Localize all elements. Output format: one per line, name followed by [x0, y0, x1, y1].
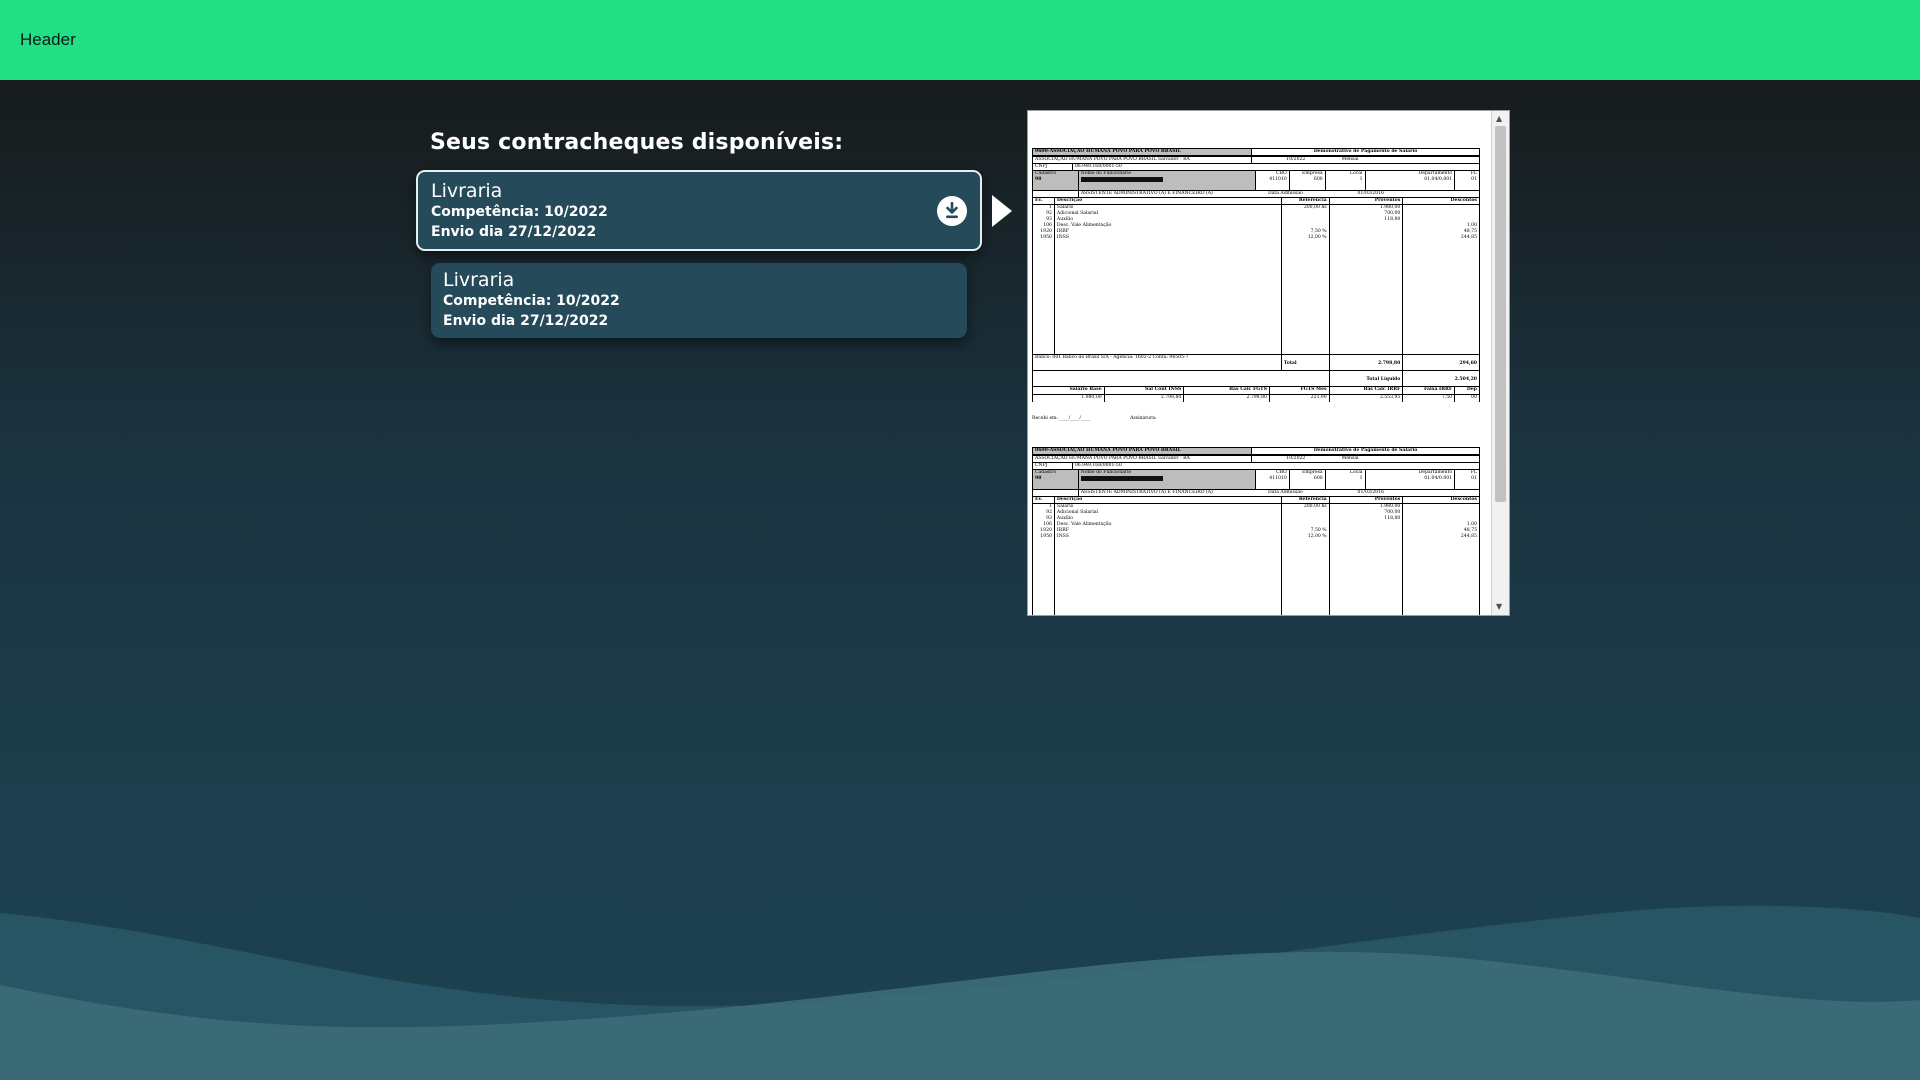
doc-title: Demonstrativo de Pagamento de Salário	[1252, 447, 1480, 455]
doc-cnpj: 06.949.168/0001-50	[1074, 463, 1122, 468]
doc-admissao: 01/03/2016	[1357, 490, 1385, 495]
pdf-page: 0600-ASSOCIAÇÃO HUMANA POVO PARA POVO BR…	[1028, 111, 1492, 615]
doc-footer-label: Bas Cálc IRRF	[1330, 387, 1404, 394]
doc-item-prov: 118,80	[1384, 516, 1401, 521]
doc-col-ref: Referência	[1282, 497, 1330, 503]
doc-footer-label: Bas Cálc FGTS	[1184, 387, 1270, 394]
doc-item-ref: 12,00 %	[1307, 235, 1327, 240]
payslip-envio: Envio dia 27/12/2022	[431, 224, 597, 240]
doc-footer-label: Faixa IRRF	[1403, 387, 1456, 394]
doc-col-descontos: Descontos	[1450, 198, 1477, 203]
doc-bank-line: Banco: 001 Banco do Brasil S/A - Agência…	[1033, 355, 1282, 370]
doc-total-desc: 294,60	[1459, 361, 1477, 366]
doc-footer-value: 2.798,80	[1184, 395, 1270, 402]
doc-col-ev: Ev.	[1033, 198, 1055, 204]
doc-footer-value: 2.798,80	[1105, 395, 1185, 402]
doc-local: 1	[1359, 476, 1363, 481]
doc-local: 1	[1359, 177, 1363, 182]
payslip-competencia: Competência: 10/2022	[431, 204, 608, 220]
redacted-name	[1080, 476, 1163, 481]
doc-footer-value: 2.553,95	[1330, 395, 1404, 402]
header-title: Header	[20, 30, 76, 49]
download-button[interactable]	[937, 196, 967, 226]
doc-footer-value: 223,90	[1270, 395, 1330, 402]
redacted-name	[1080, 177, 1163, 182]
doc-admissao-label: Data Admissão	[1267, 191, 1303, 196]
doc-footer-label: Sal Cont INSS	[1105, 387, 1185, 394]
scroll-up-icon[interactable]: ▲	[1496, 114, 1502, 124]
doc-item-desc: INSS	[1056, 235, 1069, 240]
doc-item-ev: 1950	[1040, 534, 1052, 539]
payslip-document-1: 0600-ASSOCIAÇÃO HUMANA POVO PARA POVO BR…	[1032, 148, 1480, 422]
doc-period: 10/2022	[1286, 157, 1306, 162]
payslip-envio: Envio dia 27/12/2022	[443, 313, 609, 329]
doc-footer-value: 7,50	[1403, 395, 1456, 402]
doc-cbo: 411010	[1269, 476, 1287, 481]
doc-employer-bar: 0600-ASSOCIAÇÃO HUMANA POVO PARA POVO BR…	[1032, 148, 1252, 156]
payslip-card[interactable]: Livraria Competência: 10/2022 Envio dia …	[431, 263, 967, 338]
doc-col-desc: Descrição	[1055, 497, 1282, 503]
doc-employer-bar: 0600-ASSOCIAÇÃO HUMANA POVO PARA POVO BR…	[1032, 447, 1252, 455]
doc-footer-label: Dep	[1466, 387, 1477, 392]
payslip-company: Livraria	[443, 269, 515, 291]
scrollbar-thumb[interactable]	[1495, 126, 1506, 502]
doc-col-ref: Referência	[1282, 198, 1330, 204]
doc-departamento: 01.04/0.001	[1424, 177, 1453, 182]
doc-period-type: Mensal	[1341, 157, 1359, 162]
doc-footer-value: 1.980,00	[1033, 395, 1105, 402]
doc-col-desc: Descrição	[1055, 198, 1282, 204]
doc-title: Demonstrativo de Pagamento de Salário	[1252, 148, 1480, 156]
doc-col-prov: Proventos	[1330, 198, 1404, 204]
doc-cbo: 411010	[1269, 177, 1287, 182]
doc-item-prov: 118,80	[1384, 217, 1401, 222]
doc-cadastro: 98	[1035, 177, 1042, 182]
doc-employer-line: ASSOCIAÇÃO HUMANA POVO PARA POVO BRASIL …	[1033, 157, 1253, 163]
doc-total-liquido-label: Total Líquido	[1330, 371, 1404, 386]
doc-item-discount: 244,85	[1460, 534, 1477, 539]
doc-col-prov: Proventos	[1330, 497, 1404, 503]
doc-total-label: Total	[1282, 355, 1330, 370]
doc-cargo: ASSISTENTE ADMINISTRATIVO (A) E FINANCEI…	[1080, 490, 1213, 495]
doc-footer-label: Salário Base	[1033, 387, 1105, 394]
doc-cnpj: 06.949.168/0001-50	[1074, 164, 1122, 169]
doc-col-ev: Ev.	[1033, 497, 1055, 503]
play-arrow-icon	[992, 195, 1012, 227]
doc-footer-value: 00	[1471, 395, 1477, 400]
payslip-card-selected[interactable]: Livraria Competência: 10/2022 Envio dia …	[416, 170, 982, 251]
payslip-company: Livraria	[431, 180, 503, 202]
app-header: Header	[0, 0, 1920, 80]
doc-footer-label: FGTS Mês	[1270, 387, 1330, 394]
doc-recibo-label: Recebi em: ____/____/____	[1032, 416, 1091, 421]
doc-cargo: ASSISTENTE ADMINISTRATIVO (A) E FINANCEI…	[1080, 191, 1213, 196]
doc-cnpj-label: CNPJ	[1033, 463, 1073, 469]
doc-admissao: 01/03/2016	[1357, 191, 1385, 196]
doc-admissao-label: Data Admissão	[1267, 490, 1303, 495]
download-icon	[946, 202, 958, 219]
doc-total-prov: 2.798,80	[1330, 355, 1404, 370]
doc-item-ref: 12,00 %	[1307, 534, 1327, 539]
doc-assinatura-label: Assinatura:	[1130, 416, 1157, 421]
doc-period-type: Mensal	[1341, 456, 1359, 461]
doc-fl: 01	[1471, 476, 1477, 481]
doc-item-discount: 244,85	[1460, 235, 1477, 240]
page-heading: Seus contracheques disponíveis:	[430, 130, 844, 155]
scroll-down-icon[interactable]: ▼	[1496, 602, 1502, 612]
doc-item-ev: 1950	[1040, 235, 1052, 240]
doc-col-descontos: Descontos	[1450, 497, 1477, 502]
doc-employer-line: ASSOCIAÇÃO HUMANA POVO PARA POVO BRASIL …	[1033, 456, 1253, 462]
doc-empresa: 600	[1313, 476, 1323, 481]
doc-total-liquido: 2.504,20	[1454, 377, 1478, 382]
doc-cnpj-label: CNPJ	[1033, 164, 1073, 170]
doc-period: 10/2022	[1286, 456, 1306, 461]
pdf-scrollbar[interactable]: ▲ ▼	[1492, 111, 1509, 615]
doc-cadastro: 98	[1035, 476, 1042, 481]
doc-empresa: 600	[1313, 177, 1323, 182]
payslip-competencia: Competência: 10/2022	[443, 293, 620, 309]
payslip-document-2: 0600-ASSOCIAÇÃO HUMANA POVO PARA POVO BR…	[1032, 447, 1480, 615]
background-waves	[0, 905, 1920, 1080]
doc-item-desc: INSS	[1056, 534, 1069, 539]
doc-departamento: 01.04/0.001	[1424, 476, 1453, 481]
pdf-viewer[interactable]: 0600-ASSOCIAÇÃO HUMANA POVO PARA POVO BR…	[1027, 110, 1510, 616]
doc-fl: 01	[1471, 177, 1477, 182]
